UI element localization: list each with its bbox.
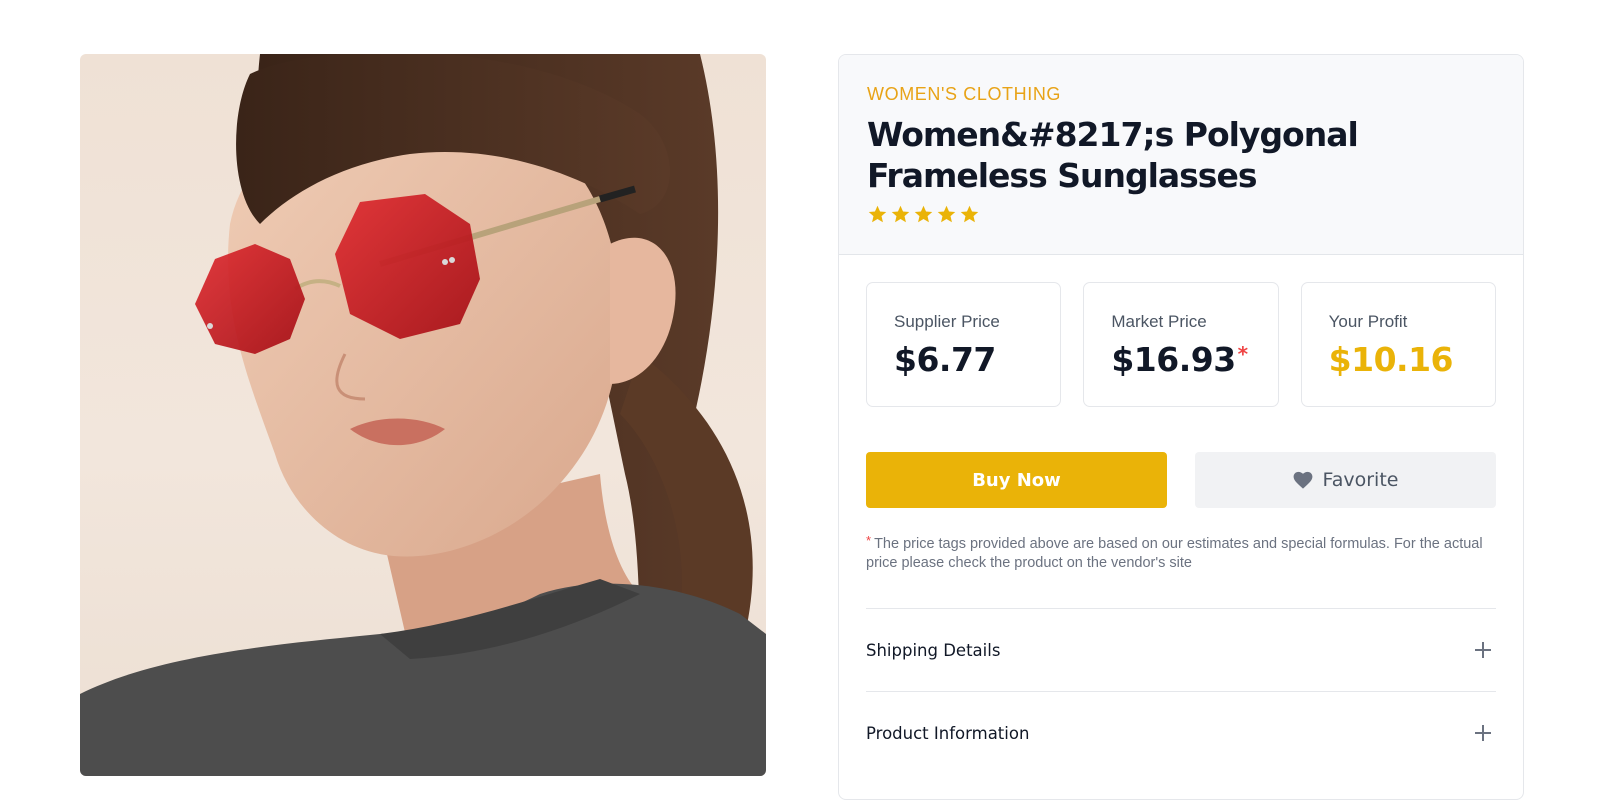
product-detail-card: WOMEN'S CLOTHING Women&#8217;s Polygonal… bbox=[838, 54, 1524, 800]
accordion-title: Shipping Details bbox=[866, 640, 1001, 660]
action-row: Buy Now Favorite bbox=[866, 452, 1496, 508]
plus-icon[interactable] bbox=[1474, 724, 1492, 742]
product-title: Women&#8217;s Polygonal Frameless Sungla… bbox=[867, 115, 1359, 195]
star-icon bbox=[868, 205, 887, 223]
product-body: Supplier Price $6.77 Market Price $16.93… bbox=[839, 255, 1523, 774]
star-icon bbox=[891, 205, 910, 223]
disclaimer-text: The price tags provided above are based … bbox=[866, 536, 1483, 571]
product-header: WOMEN'S CLOTHING Women&#8217;s Polygonal… bbox=[839, 55, 1523, 255]
plus-icon[interactable] bbox=[1474, 641, 1492, 659]
market-price-asterisk: * bbox=[1237, 342, 1248, 366]
profit-box: Your Profit $10.16 bbox=[1300, 282, 1496, 407]
heart-icon bbox=[1293, 471, 1312, 489]
favorite-label: Favorite bbox=[1322, 469, 1399, 491]
buy-now-button[interactable]: Buy Now bbox=[866, 452, 1167, 508]
info-accordion: Shipping Details Product Information bbox=[866, 608, 1496, 774]
price-row: Supplier Price $6.77 Market Price $16.93… bbox=[866, 282, 1496, 407]
product-image bbox=[80, 54, 766, 776]
market-price-value-wrap: $16.93 * bbox=[1111, 340, 1277, 380]
star-icon bbox=[937, 205, 956, 223]
market-price-box: Market Price $16.93 * bbox=[1083, 282, 1279, 407]
product-category: WOMEN'S CLOTHING bbox=[867, 84, 1062, 104]
supplier-price-label: Supplier Price bbox=[894, 312, 1000, 331]
profit-value: $10.16 bbox=[1328, 340, 1454, 379]
star-icon bbox=[960, 205, 979, 223]
accordion-title: Product Information bbox=[866, 723, 1030, 743]
star-icon bbox=[914, 205, 933, 223]
market-price-label: Market Price bbox=[1111, 312, 1207, 331]
market-price-value: $16.93 bbox=[1111, 340, 1236, 379]
accordion-shipping-details[interactable]: Shipping Details bbox=[866, 608, 1496, 691]
profit-label: Your Profit bbox=[1328, 312, 1408, 331]
accordion-product-information[interactable]: Product Information bbox=[866, 691, 1496, 774]
favorite-button[interactable]: Favorite bbox=[1195, 452, 1496, 508]
supplier-price-box: Supplier Price $6.77 bbox=[866, 282, 1062, 407]
model-photo bbox=[80, 54, 766, 776]
disclaimer-asterisk: * bbox=[866, 533, 872, 548]
price-disclaimer: * The price tags provided above are based… bbox=[866, 533, 1486, 573]
rating-stars bbox=[867, 204, 1495, 225]
product-page: WOMEN'S CLOTHING Women&#8217;s Polygonal… bbox=[0, 0, 1600, 812]
supplier-price-value: $6.77 bbox=[894, 340, 996, 379]
